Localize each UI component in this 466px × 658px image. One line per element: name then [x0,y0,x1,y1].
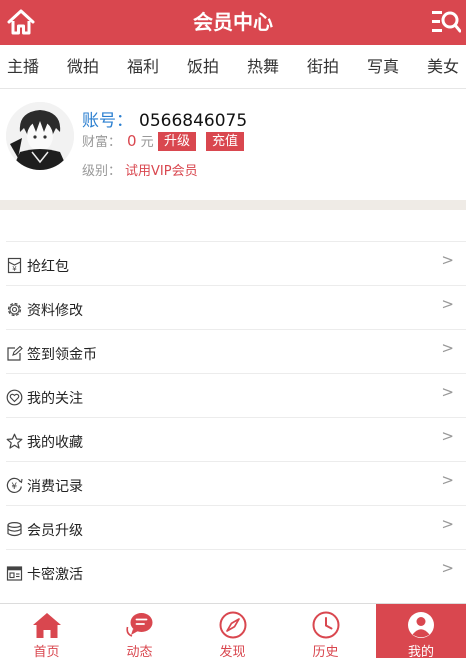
database-icon [7,521,22,537]
category-item[interactable]: 热舞 [238,45,288,89]
menu-item-profile-edit[interactable]: 资料修改 > [6,285,466,329]
category-item[interactable]: 微拍 [58,45,108,89]
chevron-right-icon: > [441,251,454,269]
category-item[interactable]: 福利 [118,45,168,89]
chevron-right-icon: > [441,383,454,401]
menu-list: ¥ 抢红包 > 资料修改 > 签到领金币 > 我的关注 > 我的收藏 > ¥ 消… [0,241,466,593]
upgrade-button[interactable]: 升级 [158,132,197,151]
tab-mine[interactable]: 我的 [376,604,466,658]
tab-label: 我的 [407,645,434,658]
category-item[interactable]: 美女 [418,45,466,89]
menu-item-card-activate[interactable]: 卡密激活 > [6,549,466,593]
tab-feed[interactable]: 动态 [93,604,186,658]
card-icon [6,566,23,581]
svg-text:¥: ¥ [12,265,17,273]
avatar-illustration [6,102,74,170]
chevron-right-icon: > [441,339,454,357]
profile-card: 账号： 0566846075 财富： 0 元 升级 充值 级别： 试用VIP会员 [0,90,466,200]
user-icon [408,612,434,638]
chevron-right-icon: > [441,515,454,533]
category-item[interactable]: 写真 [358,45,408,89]
chevron-right-icon: > [441,295,454,313]
menu-item-label: 卡密激活 [27,567,83,583]
heart-icon [6,389,23,406]
gear-icon [7,302,22,317]
wealth-label: 财富： [82,135,122,150]
tab-history[interactable]: 历史 [279,604,372,658]
category-item[interactable]: 饭拍 [178,45,228,89]
wealth-value: 0 [127,132,137,150]
menu-item-label: 签到领金币 [27,347,97,363]
chevron-right-icon: > [441,559,454,577]
menu-item-checkin[interactable]: 签到领金币 > [6,329,466,373]
menu-item-label: 我的关注 [27,391,83,407]
bottom-tab-bar: 首页 动态 发现 历史 我的 [0,603,466,658]
tab-discover[interactable]: 发现 [186,604,279,658]
avatar[interactable] [6,102,74,170]
account-label: 账号： [82,111,133,131]
menu-item-red-envelope[interactable]: ¥ 抢红包 > [6,241,466,285]
home-icon [33,613,61,638]
level-label: 级别： [82,164,122,179]
menu-item-label: 我的收藏 [27,435,83,451]
account-number: 0566846075 [139,111,248,131]
menu-item-follows[interactable]: 我的关注 > [6,373,466,417]
wealth-line: 财富： 0 元 [82,131,154,151]
category-item[interactable]: 街拍 [298,45,348,89]
menu-item-spending[interactable]: ¥ 消费记录 > [6,461,466,505]
chevron-right-icon: > [441,471,454,489]
account-line: 账号： 0566846075 [82,106,247,131]
menu-item-label: 会员升级 [27,523,83,539]
tab-home[interactable]: 首页 [0,604,93,658]
compass-icon [219,611,247,639]
svg-text:¥: ¥ [11,482,17,492]
star-icon [6,433,23,449]
yen-icon: ¥ [6,477,23,493]
page-title: 会员中心 [193,10,273,34]
menu-item-favorites[interactable]: 我的收藏 > [6,417,466,461]
header-bar: 会员中心 [0,0,466,45]
red-envelope-icon: ¥ [7,257,22,274]
chat-icon [126,613,153,637]
menu-item-vip-upgrade[interactable]: 会员升级 > [6,505,466,549]
category-item[interactable]: 主播 [0,45,48,89]
section-divider [0,200,466,210]
menu-item-label: 资料修改 [27,303,83,319]
recharge-button[interactable]: 充值 [206,132,245,151]
search-menu-icon[interactable] [431,8,461,36]
tab-label: 发现 [219,645,246,658]
wealth-unit: 元 [140,135,154,150]
level-value: 试用VIP会员 [125,164,198,179]
category-nav: 主播 微拍 福利 饭拍 热舞 街拍 写真 美女 [0,45,466,89]
chevron-right-icon: > [441,427,454,445]
level-line: 级别： 试用VIP会员 [82,160,198,179]
edit-icon [7,345,23,361]
clock-icon [312,611,340,639]
menu-item-label: 抢红包 [27,259,69,275]
tab-label: 首页 [33,645,60,658]
tab-label: 动态 [126,645,153,658]
tab-label: 历史 [312,645,339,658]
menu-item-label: 消费记录 [27,479,83,495]
